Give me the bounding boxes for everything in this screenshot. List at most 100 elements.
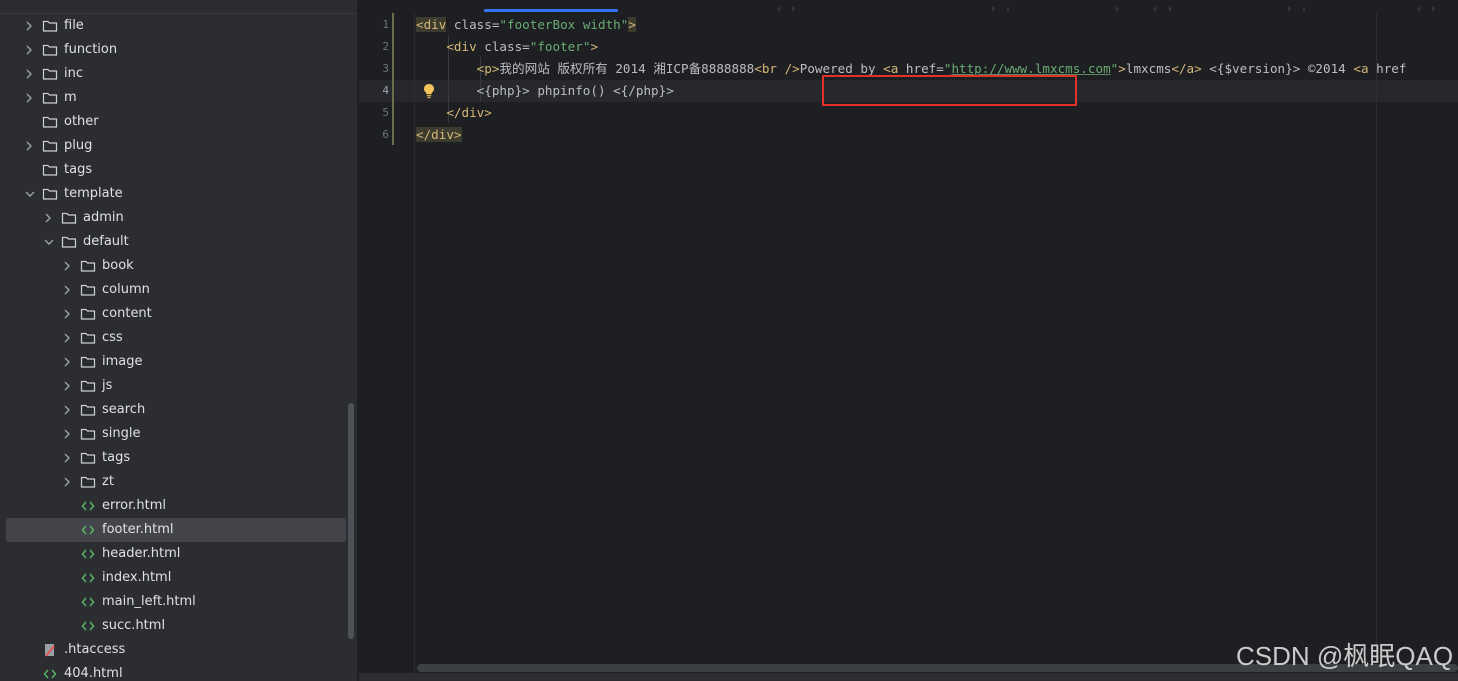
code-editor[interactable]: 123456 <div class="footerBox width"> <di… <box>359 0 1458 681</box>
html-file-icon <box>80 494 96 518</box>
folder-icon <box>61 206 77 230</box>
line-number: 5 <box>382 106 389 119</box>
code-line[interactable]: </div> <box>416 102 492 124</box>
tree-folder-item[interactable]: single <box>6 422 346 446</box>
watermark: CSDN @枫眠QAQ <box>1236 641 1454 671</box>
tree-file-item[interactable]: error.html <box>6 494 346 518</box>
folder-icon <box>80 446 96 470</box>
tree-item-label: m <box>64 90 77 105</box>
code-line[interactable]: <div class="footerBox width"> <box>416 14 636 36</box>
tree-item-label: file <box>64 18 84 33</box>
folder-icon <box>61 230 77 254</box>
chevron-right-icon[interactable] <box>62 350 74 374</box>
code-line[interactable]: <{php}> phpinfo() <{/php}> <box>416 80 674 102</box>
tree-folder-item[interactable]: tags <box>6 446 346 470</box>
tree-folder-item[interactable]: js <box>6 374 346 398</box>
tree-folder-item[interactable]: zt <box>6 470 346 494</box>
folder-icon <box>42 62 58 86</box>
chevron-right-icon[interactable] <box>24 86 36 110</box>
tree-item-label: main_left.html <box>102 594 196 609</box>
chevron-right-icon[interactable] <box>62 278 74 302</box>
status-bar <box>359 673 1458 681</box>
code-token: </div> <box>416 127 462 142</box>
project-tree: file function inc m other plug tags template adm… <box>0 0 357 681</box>
chevron-right-icon[interactable] <box>62 422 74 446</box>
tree-item-label: book <box>102 258 134 273</box>
tree-item-label: other <box>64 114 99 129</box>
chevron-down-icon[interactable] <box>43 230 55 254</box>
code-line[interactable]: <div class="footer"> <box>416 36 598 58</box>
code-token: "footer" <box>529 39 591 54</box>
tree-folder-item[interactable]: plug <box>6 134 346 158</box>
tree-item-label: content <box>102 306 152 321</box>
tree-file-item[interactable]: index.html <box>6 566 346 590</box>
tree-file-item[interactable]: header.html <box>6 542 346 566</box>
tree-folder-item[interactable]: image <box>6 350 346 374</box>
tree-folder-item[interactable]: book <box>6 254 346 278</box>
tree-folder-item[interactable]: inc <box>6 62 346 86</box>
tree-file-item[interactable]: main_left.html <box>6 590 346 614</box>
chevron-down-icon[interactable] <box>24 182 36 206</box>
folder-icon <box>80 278 96 302</box>
folder-icon <box>42 38 58 62</box>
line-number: 6 <box>382 128 389 141</box>
chevron-right-icon[interactable] <box>24 62 36 86</box>
tree-item-label: css <box>102 330 123 345</box>
code-token: > <box>590 39 599 54</box>
line-number: 3 <box>382 62 389 75</box>
tree-file-item[interactable]: .htaccess <box>6 638 346 662</box>
tree-folder-item[interactable]: admin <box>6 206 346 230</box>
tree-item-label: default <box>83 234 129 249</box>
tree-folder-item[interactable]: css <box>6 326 346 350</box>
chevron-right-icon[interactable] <box>62 374 74 398</box>
line-number: 4 <box>382 84 389 97</box>
tree-folder-item[interactable]: search <box>6 398 346 422</box>
tree-folder-item[interactable]: content <box>6 302 346 326</box>
tree-item-label: single <box>102 426 141 441</box>
folder-icon <box>42 182 58 206</box>
chevron-right-icon[interactable] <box>62 470 74 494</box>
vcs-change-marker[interactable] <box>392 13 394 145</box>
chevron-right-icon[interactable] <box>24 14 36 38</box>
code-token: </div> <box>446 105 492 120</box>
tree-item-label: function <box>64 42 118 57</box>
chevron-right-icon[interactable] <box>24 38 36 62</box>
code-token: <div <box>416 17 447 32</box>
tree-file-item[interactable]: succ.html <box>6 614 346 638</box>
tree-item-label: tags <box>102 450 131 465</box>
tree-file-item[interactable]: footer.html <box>6 518 346 542</box>
chevron-right-icon[interactable] <box>62 446 74 470</box>
tree-item-label: .htaccess <box>64 642 126 657</box>
tree-folder-item[interactable]: file <box>6 14 346 38</box>
chevron-right-icon[interactable] <box>62 302 74 326</box>
code-line[interactable]: </div> <box>416 124 462 146</box>
chevron-right-icon[interactable] <box>62 254 74 278</box>
tree-item-label: zt <box>102 474 114 489</box>
folder-icon <box>80 374 96 398</box>
tree-folder-item[interactable]: function <box>6 38 346 62</box>
tree-folder-item[interactable]: other <box>6 110 346 134</box>
tree-folder-item[interactable]: m <box>6 86 346 110</box>
chevron-right-icon[interactable] <box>43 206 55 230</box>
code-token: <a <box>1353 61 1369 76</box>
code-token: > <box>1118 61 1126 76</box>
editor-tab-bar <box>359 0 1458 11</box>
right-margin-guide <box>1376 13 1377 663</box>
tree-file-item[interactable]: 404.html <box>6 662 346 681</box>
tree-item-label: 404.html <box>64 666 123 681</box>
tree-folder-item[interactable]: template <box>6 182 346 206</box>
line-number: 2 <box>382 40 389 53</box>
code-token: 我的网站 版权所有 2014 湘ICP备8888888 <box>499 61 755 76</box>
folder-icon <box>42 110 58 134</box>
tree-item-label: template <box>64 186 123 201</box>
chevron-right-icon[interactable] <box>62 398 74 422</box>
tree-folder-item[interactable]: column <box>6 278 346 302</box>
tree-item-label: error.html <box>102 498 167 513</box>
chevron-right-icon[interactable] <box>24 134 36 158</box>
chevron-right-icon[interactable] <box>62 326 74 350</box>
html-file-icon <box>80 566 96 590</box>
tree-folder-item[interactable]: default <box>6 230 346 254</box>
project-tree-scrollbar[interactable] <box>348 403 354 639</box>
tree-folder-item[interactable]: tags <box>6 158 346 182</box>
